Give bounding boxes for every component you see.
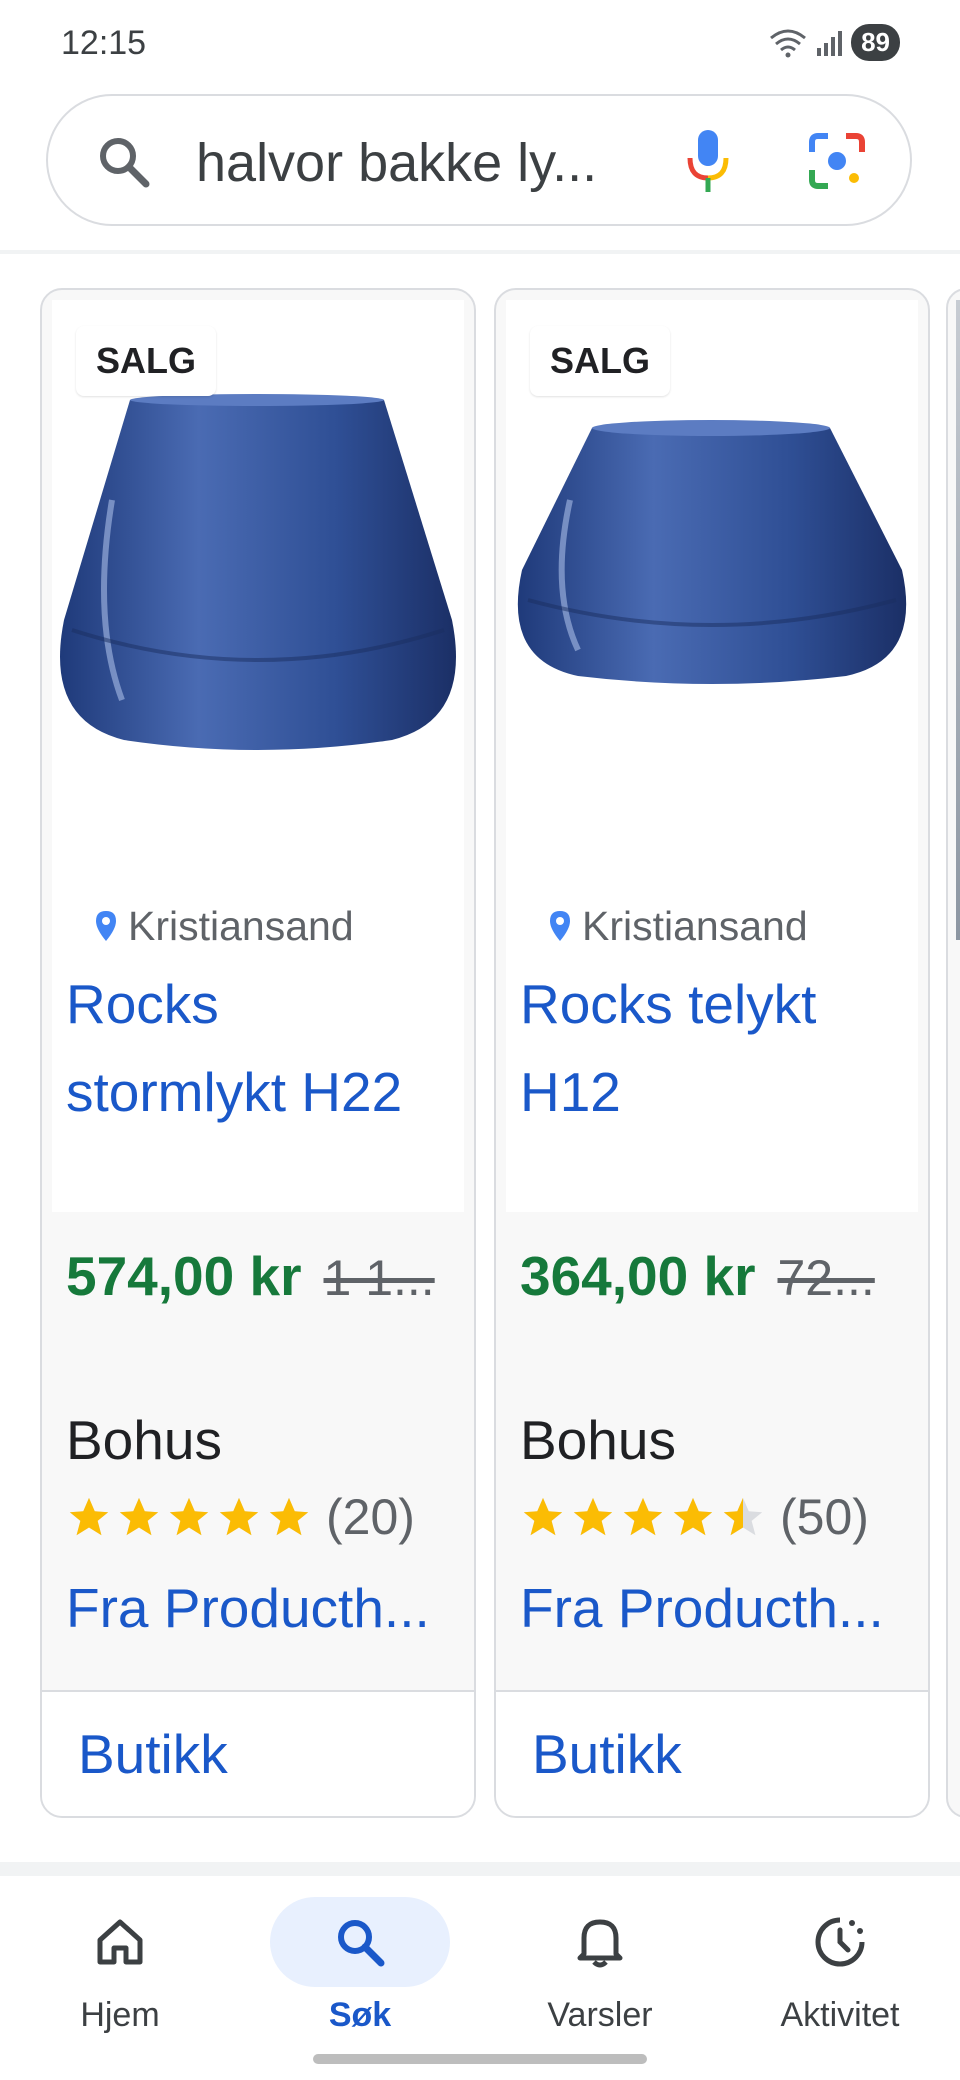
sale-badge: SALG	[530, 326, 671, 396]
location-chip: Kristiansand	[80, 888, 368, 964]
review-count: (50)	[780, 1489, 869, 1545]
bottom-nav: Hjem Søk Varsler Aktivitet	[0, 1876, 960, 2080]
nav-item-activity[interactable]: Aktivitet	[720, 1890, 960, 2035]
location-pin-icon	[550, 911, 570, 941]
search-bar[interactable]: halvor bakke ly...	[46, 94, 912, 226]
source-link[interactable]: Fra Producth...	[520, 1576, 910, 1640]
store-button[interactable]: Butikk	[532, 1722, 682, 1786]
product-card[interactable]: SALG Kristiansand Rocks telykt H12 364,0…	[494, 288, 930, 1818]
product-card[interactable]: SALG Kristiansand Rocks stormlykt H22 57…	[40, 288, 476, 1818]
card-footer: Butikk	[42, 1690, 474, 1816]
signal-icon	[817, 30, 843, 56]
home-icon	[97, 1919, 143, 1965]
nav-label: Aktivitet	[780, 1996, 900, 2034]
star-icon	[723, 1497, 763, 1536]
star-icon	[573, 1497, 613, 1536]
status-bar: 12:15 89	[0, 0, 960, 88]
product-title[interactable]: Rocks telykt H12	[520, 960, 910, 1136]
location-label: Kristiansand	[582, 902, 808, 949]
rating: (50)	[520, 1488, 869, 1546]
location-label: Kristiansand	[128, 902, 354, 949]
nav-item-notifications[interactable]: Varsler	[480, 1890, 720, 2035]
star-icon	[673, 1497, 713, 1536]
card-footer: Butikk	[496, 1690, 928, 1816]
review-count: (20)	[326, 1489, 415, 1545]
search-icon	[338, 1920, 385, 1967]
activity-icon	[815, 1917, 865, 1967]
search-query[interactable]: halvor bakke ly...	[196, 132, 666, 194]
search-icon	[100, 138, 150, 188]
star-icon	[69, 1497, 109, 1536]
product-title-line1[interactable]: Rocks	[66, 960, 456, 1048]
location-chip: Kristiansand	[534, 888, 822, 964]
bell-icon	[577, 1919, 623, 1968]
status-time: 12:15	[61, 24, 147, 62]
status-icons: 89	[769, 24, 900, 61]
seller-name: Bohus	[66, 1409, 222, 1471]
gesture-bar	[313, 2054, 647, 2064]
nav-item-home[interactable]: Hjem	[0, 1890, 240, 2035]
current-price: 574,00 kr	[66, 1245, 302, 1307]
lens-icon[interactable]	[808, 132, 866, 190]
rating: (20)	[66, 1488, 415, 1546]
product-title-line2[interactable]: H12	[520, 1048, 910, 1136]
star-icon	[169, 1497, 209, 1536]
product-title[interactable]: Rocks stormlykt H22	[66, 960, 456, 1136]
source-link[interactable]: Fra Producth...	[66, 1576, 456, 1640]
nav-divider	[0, 1862, 960, 1876]
star-rating	[520, 1494, 766, 1540]
product-image	[956, 300, 960, 940]
seller-name: Bohus	[520, 1409, 676, 1471]
wifi-icon	[770, 29, 807, 57]
nav-label: Varsler	[547, 1996, 653, 2034]
product-price: 364,00 kr 72...	[520, 1244, 910, 1308]
product-title-line1[interactable]: Rocks telykt	[520, 960, 910, 1048]
nav-label: Hjem	[80, 1996, 160, 2034]
star-icon	[523, 1497, 563, 1536]
nav-item-search[interactable]: Søk	[240, 1890, 480, 2035]
mic-icon[interactable]	[680, 126, 736, 198]
product-title-line2[interactable]: stormlykt H22	[66, 1048, 456, 1136]
store-button[interactable]: Butikk	[78, 1722, 228, 1786]
product-price: 574,00 kr 1 1...	[66, 1244, 456, 1308]
current-price: 364,00 kr	[520, 1245, 756, 1307]
battery-indicator: 89	[851, 24, 900, 61]
nav-label: Søk	[328, 1996, 392, 2034]
star-icon	[269, 1497, 309, 1536]
star-rating	[66, 1494, 312, 1540]
star-icon	[623, 1497, 663, 1536]
star-icon	[119, 1497, 159, 1536]
original-price: 72...	[777, 1250, 875, 1306]
next-product-card[interactable]	[946, 288, 960, 1818]
original-price: 1 1...	[323, 1250, 435, 1306]
star-icon	[219, 1497, 259, 1536]
location-pin-icon	[96, 911, 116, 941]
header-divider	[0, 250, 960, 254]
sale-badge: SALG	[76, 326, 217, 396]
active-indicator	[270, 1897, 450, 1987]
